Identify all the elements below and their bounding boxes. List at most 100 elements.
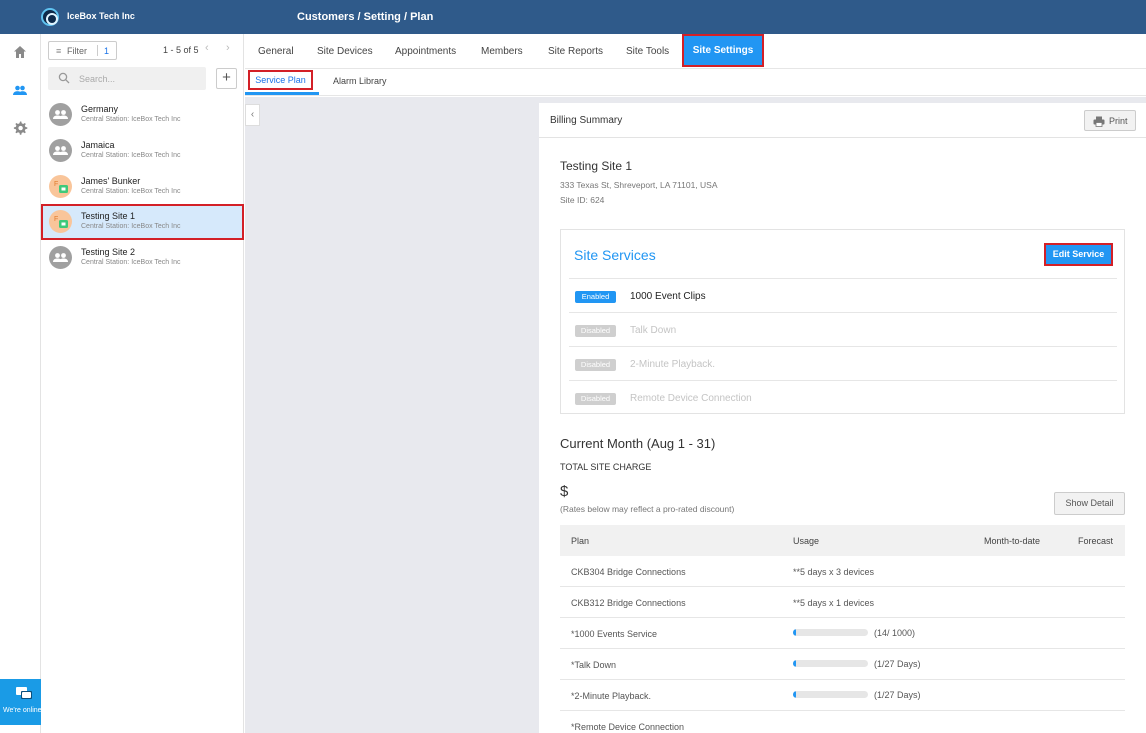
company-name: IceBox Tech Inc bbox=[67, 11, 135, 21]
usage-progress-bar bbox=[793, 660, 868, 667]
filter-button[interactable]: ≡ Filter 1 bbox=[48, 41, 117, 60]
customer-item-james-bunker[interactable]: F James' Bunker Central Station: IceBox … bbox=[41, 169, 244, 205]
active-subtab-indicator bbox=[245, 92, 319, 95]
filter-divider bbox=[97, 45, 98, 56]
site-address: 333 Texas St, Shreveport, LA 71101, USA bbox=[560, 180, 718, 190]
usage-progress-fill bbox=[793, 660, 796, 667]
usage-cell: **5 days x 1 devices bbox=[793, 598, 875, 608]
settings-gear-icon[interactable] bbox=[12, 120, 28, 136]
top-header: IceBox Tech Inc Customers / Setting / Pl… bbox=[0, 0, 1146, 34]
rates-note: (Rates below may reflect a pro-rated dis… bbox=[560, 504, 735, 514]
table-row: *1000 Events Service (14/ 1000) bbox=[560, 618, 1125, 649]
customer-item-germany[interactable]: Germany Central Station: IceBox Tech Inc bbox=[41, 97, 244, 133]
usage-progress-label: (1/27 Days) bbox=[874, 690, 921, 700]
edit-service-button[interactable]: Edit Service bbox=[1044, 243, 1113, 266]
usage-progress-bar bbox=[793, 691, 868, 698]
customer-item-jamaica[interactable]: Jamaica Central Station: IceBox Tech Inc bbox=[41, 133, 244, 169]
billing-summary-card: Billing Summary Print Testing Site 1 333… bbox=[539, 103, 1146, 733]
filter-count: 1 bbox=[104, 46, 110, 56]
site-services-panel: Site Services Edit Service Enabled 1000 … bbox=[560, 229, 1125, 414]
plan-table-header: Plan Usage Month-to-date Forecast bbox=[560, 525, 1125, 556]
customer-name: Testing Site 1 bbox=[81, 211, 136, 221]
service-name: Remote Device Connection bbox=[630, 393, 752, 404]
site-name: Testing Site 1 bbox=[560, 159, 633, 173]
plan-cell: *Remote Device Connection bbox=[571, 722, 685, 732]
plan-cell: *1000 Events Service bbox=[571, 629, 658, 639]
customer-name: Jamaica bbox=[81, 140, 115, 150]
card-title: Billing Summary bbox=[550, 115, 623, 126]
table-row: *Talk Down (1/27 Days) bbox=[560, 649, 1125, 680]
customer-station: Central Station: IceBox Tech Inc bbox=[81, 223, 181, 230]
chat-bubble-icon bbox=[16, 687, 32, 699]
subtab-alarm-library[interactable]: Alarm Library bbox=[333, 76, 387, 86]
subtab-service-plan[interactable]: Service Plan bbox=[248, 70, 313, 90]
column-header-forecast: Forecast bbox=[1078, 536, 1114, 546]
collapse-panel-button[interactable]: ‹ bbox=[245, 104, 260, 126]
filter-icon: ≡ bbox=[56, 46, 62, 56]
tab-general[interactable]: General bbox=[258, 46, 294, 57]
search-input[interactable]: Search... bbox=[48, 67, 206, 90]
status-badge: Disabled bbox=[575, 359, 616, 371]
site-avatar-icon: F bbox=[49, 210, 72, 233]
service-name: Talk Down bbox=[630, 325, 677, 336]
plan-cell: *2-Minute Playback. bbox=[571, 691, 652, 701]
pagination-info: 1 - 5 of 5 bbox=[163, 45, 199, 55]
company-logo bbox=[41, 8, 59, 26]
table-row: CKB304 Bridge Connections **5 days x 3 d… bbox=[560, 556, 1125, 587]
usage-progress-fill bbox=[793, 691, 796, 698]
tab-members[interactable]: Members bbox=[481, 46, 523, 57]
status-badge: Enabled bbox=[575, 291, 616, 303]
tab-site-reports[interactable]: Site Reports bbox=[548, 46, 603, 57]
site-tabs: General Site Devices Appointments Member… bbox=[245, 34, 1146, 69]
usage-cell: **5 days x 3 devices bbox=[793, 567, 875, 577]
usage-progress-label: (1/27 Days) bbox=[874, 659, 921, 669]
customer-station: Central Station: IceBox Tech Inc bbox=[81, 188, 181, 195]
show-detail-button[interactable]: Show Detail bbox=[1054, 492, 1125, 515]
group-avatar-icon bbox=[49, 103, 72, 126]
site-avatar-icon: F bbox=[49, 175, 72, 198]
table-row: *Remote Device Connection bbox=[560, 711, 1125, 733]
service-name: 2-Minute Playback. bbox=[630, 359, 716, 370]
customer-name: Testing Site 2 bbox=[81, 247, 136, 257]
customers-icon[interactable] bbox=[12, 82, 28, 98]
status-badge: Disabled bbox=[575, 325, 616, 337]
customer-item-testing-site-1[interactable]: F Testing Site 1 Central Station: IceBox… bbox=[41, 204, 244, 240]
plan-cell: *Talk Down bbox=[571, 660, 617, 670]
print-label: Print bbox=[1109, 116, 1128, 126]
current-month-title: Current Month (Aug 1 - 31) bbox=[560, 436, 716, 451]
status-badge: Disabled bbox=[575, 393, 616, 405]
customer-name: Germany bbox=[81, 104, 119, 114]
group-avatar-icon bbox=[49, 139, 72, 162]
previous-page-icon[interactable]: ‹ bbox=[205, 42, 209, 54]
print-button[interactable]: Print bbox=[1084, 110, 1136, 131]
usage-progress-label: (14/ 1000) bbox=[874, 628, 916, 638]
settings-subtabs: Service Plan Alarm Library bbox=[245, 69, 1146, 96]
tab-site-tools[interactable]: Site Tools bbox=[626, 46, 669, 57]
card-header: Billing Summary Print bbox=[539, 103, 1146, 138]
tab-site-settings[interactable]: Site Settings bbox=[682, 34, 764, 67]
customer-list-panel: ≡ Filter 1 1 - 5 of 5 ‹ › Search... + Ge… bbox=[41, 34, 244, 733]
next-page-icon[interactable]: › bbox=[226, 42, 230, 54]
customer-station: Central Station: IceBox Tech Inc bbox=[81, 259, 181, 266]
add-customer-button[interactable]: + bbox=[216, 68, 237, 89]
home-icon[interactable] bbox=[12, 44, 28, 60]
table-row: CKB312 Bridge Connections **5 days x 1 d… bbox=[560, 587, 1125, 618]
site-id: Site ID: 624 bbox=[560, 195, 605, 205]
search-icon bbox=[58, 72, 70, 84]
column-header-month-to-date: Month-to-date bbox=[984, 536, 1041, 546]
table-row: *2-Minute Playback. (1/27 Days) bbox=[560, 680, 1125, 711]
tab-appointments[interactable]: Appointments bbox=[395, 46, 456, 57]
filter-label: Filter bbox=[67, 46, 87, 56]
customer-item-testing-site-2[interactable]: Testing Site 2 Central Station: IceBox T… bbox=[41, 240, 244, 276]
service-name: 1000 Event Clips bbox=[630, 291, 706, 302]
total-site-charge-label: TOTAL SITE CHARGE bbox=[560, 462, 652, 472]
search-placeholder: Search... bbox=[79, 74, 116, 84]
service-row: Enabled 1000 Event Clips bbox=[569, 278, 1117, 312]
total-site-charge-value: $ bbox=[560, 483, 569, 500]
usage-progress-bar bbox=[793, 629, 868, 636]
column-header-plan: Plan bbox=[571, 536, 590, 546]
site-services-title: Site Services bbox=[574, 247, 656, 263]
customer-station: Central Station: IceBox Tech Inc bbox=[81, 116, 181, 123]
tab-site-devices[interactable]: Site Devices bbox=[317, 46, 373, 57]
plan-cell: CKB304 Bridge Connections bbox=[571, 567, 686, 577]
